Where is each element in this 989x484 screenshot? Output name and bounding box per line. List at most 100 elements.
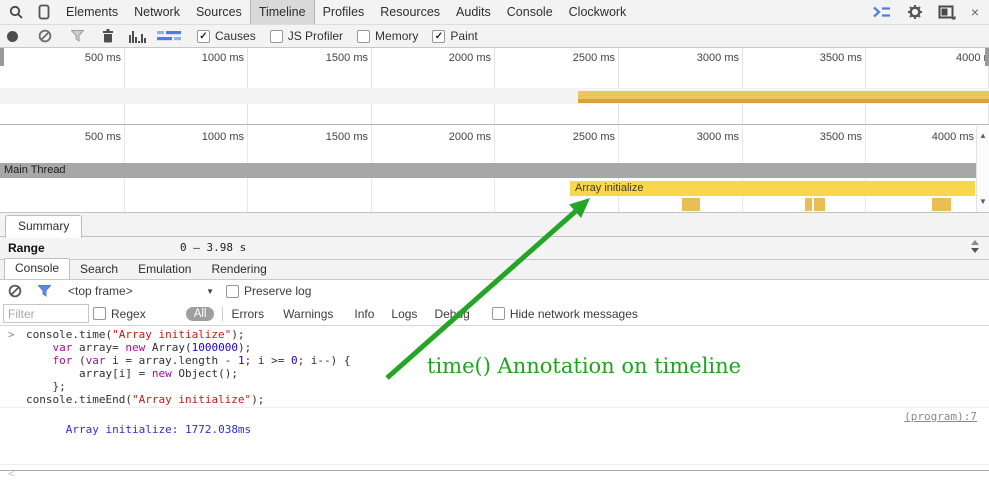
hide-network-label[interactable]: Hide network messages: [510, 307, 638, 321]
code-token: [26, 341, 53, 354]
paint-checkbox-label[interactable]: Paint: [450, 29, 477, 43]
regex-checkbox[interactable]: [93, 307, 106, 320]
close-icon[interactable]: ×: [971, 5, 979, 19]
level-all-button[interactable]: All: [186, 307, 215, 321]
level-errors-button[interactable]: Errors: [231, 307, 264, 321]
drawer-tab-emulation[interactable]: Emulation: [128, 260, 201, 279]
console-filter-icon[interactable]: [38, 285, 51, 297]
bar-chart-icon[interactable]: [129, 30, 147, 43]
console-filter-bar: Regex All Errors Warnings Info Logs Debu…: [0, 302, 989, 326]
main-thread-header[interactable]: Main Thread: [0, 163, 977, 178]
memory-checkbox-label[interactable]: Memory: [375, 29, 418, 43]
return-value-marker: <: [8, 467, 15, 480]
event-block[interactable]: [805, 198, 812, 211]
trash-icon[interactable]: [102, 29, 114, 43]
overview-right-grip[interactable]: [985, 48, 989, 66]
filter-input[interactable]: [3, 304, 89, 323]
main-ruler-label: 2500 ms: [573, 131, 615, 143]
code-token: "Array initialize": [112, 328, 231, 341]
tab-timeline[interactable]: Timeline: [250, 0, 315, 24]
memory-checkbox[interactable]: [357, 30, 370, 43]
spinner-up-icon[interactable]: [971, 240, 979, 245]
record-icon[interactable]: [6, 30, 19, 43]
scroll-down-icon[interactable]: ▼: [977, 198, 989, 206]
level-debug-button[interactable]: Debug: [434, 307, 469, 321]
tab-console[interactable]: Console: [499, 0, 561, 24]
console-timer-result-row: Array initialize: 1772.038ms (program):7: [0, 407, 989, 464]
level-warnings-button[interactable]: Warnings: [283, 307, 333, 321]
js-profiler-checkbox[interactable]: [270, 30, 283, 43]
code-token: 0: [291, 354, 298, 367]
gridline: [865, 48, 866, 124]
tab-elements[interactable]: Elements: [58, 0, 126, 24]
code-token: Array(: [145, 341, 191, 354]
event-bar-array-initialize[interactable]: Array initialize: [570, 181, 975, 196]
preserve-log-checkbox[interactable]: [226, 285, 239, 298]
gear-icon[interactable]: [907, 4, 923, 20]
console-clear-icon[interactable]: [8, 284, 22, 298]
main-ruler-label: 3500 ms: [820, 131, 862, 143]
window-bottom-edge: [0, 470, 989, 471]
overview-left-grip[interactable]: [0, 48, 4, 66]
spinner-down-icon[interactable]: [971, 248, 979, 253]
overview-ruler-label: 1000 ms: [202, 52, 244, 64]
tab-network[interactable]: Network: [126, 0, 188, 24]
dock-side-icon[interactable]: [938, 5, 956, 20]
hide-network-checkbox[interactable]: [492, 307, 505, 320]
code-token: 1000000: [192, 341, 238, 354]
code-token: );: [231, 328, 244, 341]
paint-checkbox[interactable]: ✓: [432, 30, 445, 43]
timeline-overview-pane: 500 ms 1000 ms 1500 ms 2000 ms 2500 ms 3…: [0, 48, 989, 125]
code-token: array=: [72, 341, 125, 354]
level-logs-button[interactable]: Logs: [391, 307, 417, 321]
drawer-tab-rendering[interactable]: Rendering: [201, 260, 276, 279]
event-block[interactable]: [814, 198, 825, 211]
source-link[interactable]: (program):7: [904, 410, 977, 423]
divider: [222, 307, 223, 321]
gridline: [618, 48, 619, 124]
preserve-log-label[interactable]: Preserve log: [244, 284, 311, 298]
range-spinner[interactable]: [971, 240, 980, 253]
overview-ruler-label: 2500 ms: [573, 52, 615, 64]
drawer-tab-search[interactable]: Search: [70, 260, 128, 279]
drawer-tab-console[interactable]: Console: [4, 258, 70, 279]
clear-icon[interactable]: [38, 29, 52, 43]
overview-ruler-label: 3000 ms: [697, 52, 739, 64]
code-token: 1: [238, 354, 245, 367]
execution-context-select[interactable]: <top frame> ▼: [68, 284, 214, 298]
timeline-toolbar: ✓ Causes JS Profiler Memory ✓ Paint: [0, 25, 989, 48]
overview-activity-bar[interactable]: [578, 91, 989, 103]
event-block[interactable]: [932, 198, 951, 211]
main-ruler-label: 2000 ms: [449, 131, 491, 143]
js-profiler-checkbox-label[interactable]: JS Profiler: [288, 29, 343, 43]
tab-summary[interactable]: Summary: [5, 215, 82, 238]
causes-checkbox[interactable]: ✓: [197, 30, 210, 43]
tab-resources[interactable]: Resources: [372, 0, 448, 24]
regex-label[interactable]: Regex: [111, 307, 146, 321]
tab-sources[interactable]: Sources: [188, 0, 250, 24]
timeline-scrollbar[interactable]: ▲ ▼: [976, 126, 989, 212]
main-ruler-label: 1500 ms: [326, 131, 368, 143]
scroll-up-icon[interactable]: ▲: [977, 132, 989, 140]
tab-profiles[interactable]: Profiles: [315, 0, 373, 24]
device-mode-icon[interactable]: [38, 4, 50, 20]
event-block[interactable]: [682, 198, 700, 211]
overview-ruler-label: 1500 ms: [326, 52, 368, 64]
code-line: var array= new Array(1000000);: [26, 341, 989, 354]
code-token: };: [26, 380, 66, 393]
code-token: "Array initialize": [132, 393, 251, 406]
tab-audits[interactable]: Audits: [448, 0, 499, 24]
main-ruler-label: 500 ms: [85, 131, 121, 143]
level-info-button[interactable]: Info: [354, 307, 374, 321]
causes-checkbox-label[interactable]: Causes: [215, 29, 256, 43]
console-messages: > console.time("Array initialize"); var …: [0, 326, 989, 470]
tab-clockwork[interactable]: Clockwork: [561, 0, 635, 24]
search-icon[interactable]: [9, 5, 24, 20]
overview-ruler-label: 500 ms: [85, 52, 121, 64]
timer-result-text: Array initialize: 1772.038ms: [66, 423, 251, 436]
gridline: [124, 48, 125, 124]
console-drawer-icon[interactable]: [872, 5, 892, 19]
code-token: (: [72, 354, 85, 367]
filter-icon[interactable]: [71, 30, 84, 42]
frames-mode-icon[interactable]: [157, 30, 181, 42]
